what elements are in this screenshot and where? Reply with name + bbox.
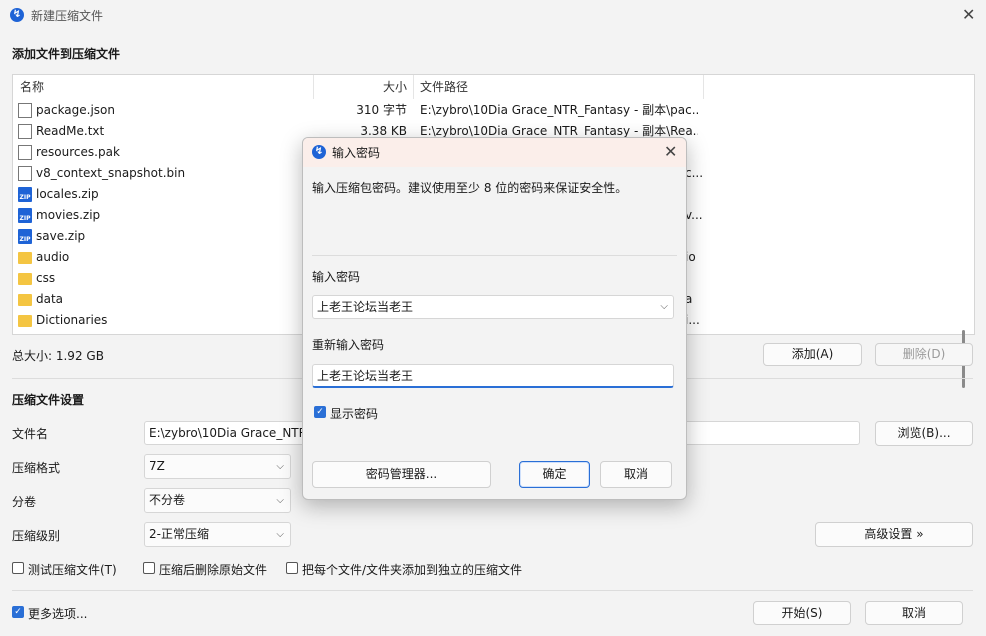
- password-manager-button[interactable]: 密码管理器...: [312, 461, 491, 488]
- folder-icon: [18, 294, 32, 306]
- password-input[interactable]: 上老王论坛当老王 ⌵: [312, 295, 674, 319]
- file-path: io: [685, 250, 696, 264]
- divider: [312, 255, 677, 256]
- file-size: 310 字节: [356, 103, 407, 117]
- folder-icon: [18, 315, 32, 327]
- file-icon: [18, 166, 32, 181]
- password-label: 输入密码: [312, 270, 361, 284]
- delete-after-label: 压缩后删除原始文件: [159, 563, 268, 577]
- file-name: package.json: [36, 103, 116, 117]
- password-dialog: ↯ 输入密码 ✕ 输入压缩包密码。建议使用至少 8 位的密码来保证安全性。 输入…: [302, 137, 687, 500]
- browse-button[interactable]: 浏览(B)...: [875, 421, 973, 446]
- file-row[interactable]: package.json 310 字节 E:\zybro\10Dia Grace…: [13, 100, 953, 121]
- file-icon: [18, 145, 32, 160]
- add-button[interactable]: 添加(A): [763, 343, 862, 366]
- ok-button[interactable]: 确定: [519, 461, 590, 488]
- format-label: 压缩格式: [12, 461, 61, 475]
- test-archive-label: 测试压缩文件(T): [28, 563, 117, 577]
- json-file-icon: [18, 103, 32, 118]
- file-name: resources.pak: [36, 145, 120, 159]
- each-separate-label: 把每个文件/文件夹添加到独立的压缩文件: [302, 563, 523, 577]
- folder-icon: [18, 252, 32, 264]
- add-section-title: 添加文件到压缩文件: [12, 47, 121, 61]
- dialog-title: 输入密码: [332, 146, 381, 160]
- column-separator: [703, 75, 704, 99]
- column-name[interactable]: 名称: [20, 75, 44, 99]
- zip-icon: ZIP: [18, 187, 32, 202]
- total-size: 总大小: 1.92 GB: [12, 349, 104, 363]
- level-label: 压缩级别: [12, 529, 61, 543]
- start-button[interactable]: 开始(S): [753, 601, 851, 625]
- zip-icon: ZIP: [18, 229, 32, 244]
- zip-icon: ZIP: [18, 208, 32, 223]
- window-close-icon[interactable]: ✕: [962, 5, 975, 24]
- file-name: data: [36, 292, 64, 306]
- file-name: locales.zip: [36, 187, 99, 201]
- column-path[interactable]: 文件路径: [420, 75, 468, 99]
- column-size[interactable]: 大小: [383, 75, 407, 99]
- divider: [12, 590, 973, 591]
- confirm-password-input[interactable]: 上老王论坛当老王: [312, 364, 674, 388]
- file-name: movies.zip: [36, 208, 101, 222]
- file-name: audio: [36, 250, 70, 264]
- chevron-down-icon: ⌵: [276, 529, 284, 540]
- file-name: css: [36, 271, 56, 285]
- split-select[interactable]: 不分卷 ⌵: [144, 488, 291, 513]
- file-path: a: [685, 292, 693, 306]
- dialog-close-icon[interactable]: ✕: [664, 142, 677, 161]
- window-titlebar: ↯ 新建压缩文件 ✕: [0, 0, 986, 30]
- text-file-icon: [18, 124, 32, 139]
- more-options-label: 更多选项...: [28, 607, 88, 621]
- split-value: 不分卷: [149, 493, 186, 507]
- file-path: v...: [685, 208, 703, 222]
- file-name: Dictionaries: [36, 313, 108, 327]
- test-archive-checkbox[interactable]: [12, 562, 24, 574]
- more-options-checkbox[interactable]: ✓: [12, 606, 24, 618]
- settings-title: 压缩文件设置: [12, 393, 85, 407]
- level-value: 2-正常压缩: [149, 527, 209, 541]
- show-password-label: 显示密码: [330, 407, 379, 421]
- each-separate-checkbox[interactable]: [286, 562, 298, 574]
- file-name: v8_context_snapshot.bin: [36, 166, 186, 180]
- app-logo-icon: ↯: [10, 8, 24, 22]
- file-name: ReadMe.txt: [36, 124, 105, 138]
- file-path: c...: [685, 166, 704, 180]
- format-select[interactable]: 7Z ⌵: [144, 454, 291, 479]
- format-value: 7Z: [149, 459, 165, 473]
- advanced-settings-button[interactable]: 高级设置 »: [815, 522, 973, 547]
- chevron-down-icon: ⌵: [276, 461, 284, 472]
- chevron-down-icon[interactable]: ⌵: [660, 296, 668, 318]
- dialog-cancel-button[interactable]: 取消: [600, 461, 672, 488]
- dialog-titlebar: ↯ 输入密码 ✕: [303, 138, 686, 167]
- dialog-hint: 输入压缩包密码。建议使用至少 8 位的密码来保证安全性。: [312, 181, 628, 195]
- file-path: i...: [685, 313, 700, 327]
- filename-label: 文件名: [12, 427, 49, 441]
- cancel-button[interactable]: 取消: [865, 601, 963, 625]
- remove-button[interactable]: 删除(D): [875, 343, 973, 366]
- level-select[interactable]: 2-正常压缩 ⌵: [144, 522, 291, 547]
- column-separator: [313, 75, 314, 99]
- folder-icon: [18, 273, 32, 285]
- password-value: 上老王论坛当老王: [317, 300, 414, 314]
- window-title: 新建压缩文件: [31, 9, 104, 23]
- confirm-password-label: 重新输入密码: [312, 338, 385, 352]
- file-path: E:\zybro\10Dia Grace_NTR_Fantasy - 副本\pa…: [420, 103, 698, 117]
- delete-after-checkbox[interactable]: [143, 562, 155, 574]
- split-label: 分卷: [12, 495, 37, 509]
- column-separator: [413, 75, 414, 99]
- chevron-down-icon: ⌵: [276, 495, 284, 506]
- app-logo-icon: ↯: [312, 145, 326, 159]
- show-password-checkbox[interactable]: ✓: [314, 406, 326, 418]
- file-name: save.zip: [36, 229, 86, 243]
